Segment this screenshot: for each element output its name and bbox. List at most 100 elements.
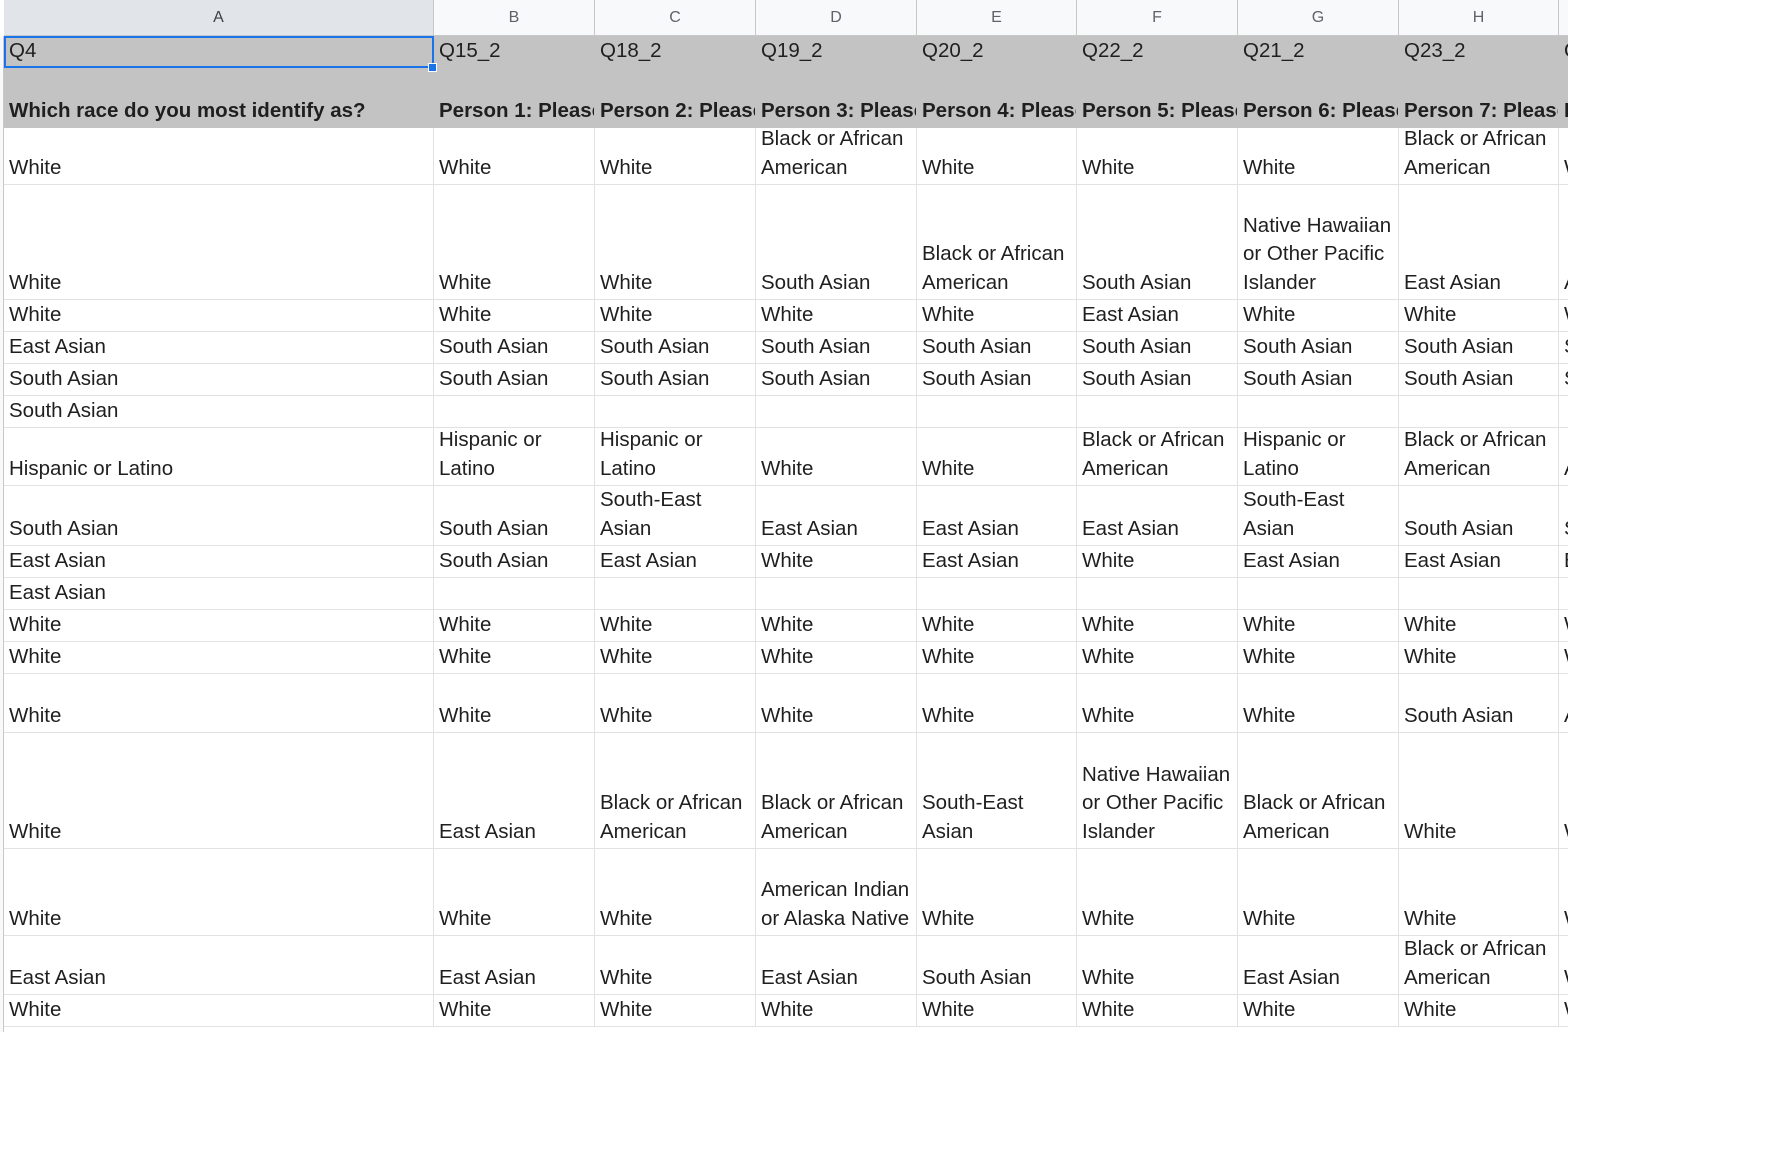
cell-i8[interactable] [1559, 396, 1568, 428]
cell-f2[interactable]: Person 5: Please [1077, 68, 1238, 128]
cell-g11[interactable]: East Asian [1238, 546, 1399, 578]
cell-f4[interactable]: South Asian [1077, 185, 1238, 300]
cell-c18[interactable]: White [595, 936, 756, 995]
cell-d19[interactable]: White [756, 995, 917, 1027]
cell-g6[interactable]: South Asian [1238, 332, 1399, 364]
cell-a3[interactable]: White [4, 128, 434, 185]
cell-c15[interactable]: White [595, 674, 756, 733]
cell-e3[interactable]: White [917, 128, 1077, 185]
cell-g2[interactable]: Person 6: Please [1238, 68, 1399, 128]
cell-a14[interactable]: White [4, 642, 434, 674]
cell-e10[interactable]: East Asian [917, 486, 1077, 546]
cell-f10[interactable]: East Asian [1077, 486, 1238, 546]
column-header-g[interactable]: G [1238, 0, 1399, 36]
cell-i12[interactable] [1559, 578, 1568, 610]
cell-d5[interactable]: White [756, 300, 917, 332]
cell-g7[interactable]: South Asian [1238, 364, 1399, 396]
cell-f9[interactable]: Black or African American [1077, 428, 1238, 486]
cell-b12[interactable] [434, 578, 595, 610]
cell-b13[interactable]: White [434, 610, 595, 642]
cell-g15[interactable]: White [1238, 674, 1399, 733]
cell-c17[interactable]: White [595, 849, 756, 936]
column-header-f[interactable]: F [1077, 0, 1238, 36]
cell-a6[interactable]: East Asian [4, 332, 434, 364]
cell-d13[interactable]: White [756, 610, 917, 642]
cell-f11[interactable]: White [1077, 546, 1238, 578]
cell-c1[interactable]: Q18_2 [595, 36, 756, 68]
spreadsheet[interactable]: ABCDEFGHI Q4Q15_2Q18_2Q19_2Q20_2Q22_2Q21… [0, 0, 1568, 1032]
cell-a7[interactable]: South Asian [4, 364, 434, 396]
cell-g18[interactable]: East Asian [1238, 936, 1399, 995]
column-header-e[interactable]: E [917, 0, 1077, 36]
cell-e4[interactable]: Black or African American [917, 185, 1077, 300]
column-header-a[interactable]: A [4, 0, 434, 36]
cell-h7[interactable]: South Asian [1399, 364, 1559, 396]
cell-a1[interactable]: Q4 [4, 36, 434, 68]
cell-h17[interactable]: White [1399, 849, 1559, 936]
cell-e19[interactable]: White [917, 995, 1077, 1027]
cell-a15[interactable]: White [4, 674, 434, 733]
cell-a18[interactable]: East Asian [4, 936, 434, 995]
cell-i4[interactable]: A [1559, 185, 1568, 300]
cell-i5[interactable]: W [1559, 300, 1568, 332]
cell-h16[interactable]: White [1399, 733, 1559, 849]
cell-g14[interactable]: White [1238, 642, 1399, 674]
cell-b1[interactable]: Q15_2 [434, 36, 595, 68]
cell-e14[interactable]: White [917, 642, 1077, 674]
cell-h18[interactable]: Black or African American [1399, 936, 1559, 995]
cell-c9[interactable]: Hispanic or Latino [595, 428, 756, 486]
cell-f8[interactable] [1077, 396, 1238, 428]
cell-g12[interactable] [1238, 578, 1399, 610]
cell-f1[interactable]: Q22_2 [1077, 36, 1238, 68]
cell-a9[interactable]: Hispanic or Latino [4, 428, 434, 486]
cell-d14[interactable]: White [756, 642, 917, 674]
cell-f13[interactable]: White [1077, 610, 1238, 642]
cell-c5[interactable]: White [595, 300, 756, 332]
cell-d15[interactable]: White [756, 674, 917, 733]
cell-b10[interactable]: South Asian [434, 486, 595, 546]
cell-h8[interactable] [1399, 396, 1559, 428]
cell-d6[interactable]: South Asian [756, 332, 917, 364]
cell-d4[interactable]: South Asian [756, 185, 917, 300]
cell-i3[interactable]: W [1559, 128, 1568, 185]
cell-e11[interactable]: East Asian [917, 546, 1077, 578]
cell-g1[interactable]: Q21_2 [1238, 36, 1399, 68]
cell-e9[interactable]: White [917, 428, 1077, 486]
cell-g3[interactable]: White [1238, 128, 1399, 185]
cell-a17[interactable]: White [4, 849, 434, 936]
cell-b16[interactable]: East Asian [434, 733, 595, 849]
cell-i2[interactable]: P [1559, 68, 1568, 128]
cell-h5[interactable]: White [1399, 300, 1559, 332]
cell-i16[interactable]: W [1559, 733, 1568, 849]
cell-f17[interactable]: White [1077, 849, 1238, 936]
cell-e8[interactable] [917, 396, 1077, 428]
cell-a4[interactable]: White [4, 185, 434, 300]
cell-i10[interactable]: S [1559, 486, 1568, 546]
cell-h10[interactable]: South Asian [1399, 486, 1559, 546]
cell-h14[interactable]: White [1399, 642, 1559, 674]
cell-i9[interactable]: A [1559, 428, 1568, 486]
cell-e6[interactable]: South Asian [917, 332, 1077, 364]
cell-d1[interactable]: Q19_2 [756, 36, 917, 68]
cell-g8[interactable] [1238, 396, 1399, 428]
cell-b2[interactable]: Person 1: Please [434, 68, 595, 128]
cell-c4[interactable]: White [595, 185, 756, 300]
cell-i17[interactable]: W [1559, 849, 1568, 936]
column-header-i[interactable]: I [1559, 0, 1568, 36]
cell-f14[interactable]: White [1077, 642, 1238, 674]
cell-h12[interactable] [1399, 578, 1559, 610]
cell-a10[interactable]: South Asian [4, 486, 434, 546]
cell-i18[interactable]: W [1559, 936, 1568, 995]
cell-i14[interactable]: W [1559, 642, 1568, 674]
cell-g16[interactable]: Black or African American [1238, 733, 1399, 849]
cell-b3[interactable]: White [434, 128, 595, 185]
cell-b8[interactable] [434, 396, 595, 428]
cell-f3[interactable]: White [1077, 128, 1238, 185]
column-header-c[interactable]: C [595, 0, 756, 36]
cell-d12[interactable] [756, 578, 917, 610]
cell-d3[interactable]: Black or African American [756, 128, 917, 185]
cell-a8[interactable]: South Asian [4, 396, 434, 428]
cell-b17[interactable]: White [434, 849, 595, 936]
cell-b7[interactable]: South Asian [434, 364, 595, 396]
cell-h2[interactable]: Person 7: Please [1399, 68, 1559, 128]
